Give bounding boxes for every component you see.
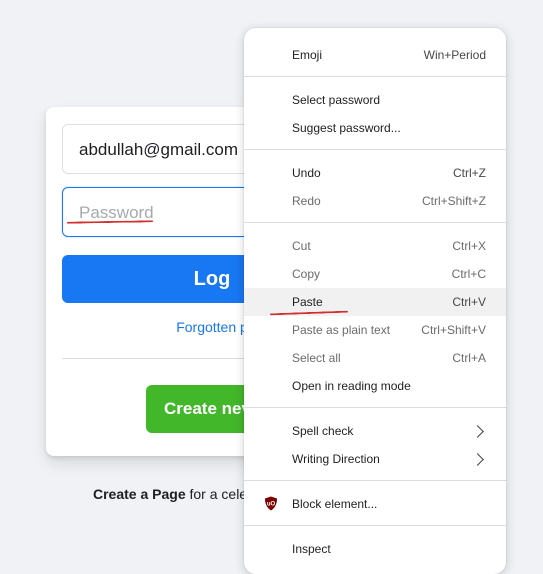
menu-item-label: Block element... [292,497,378,511]
menu-item-shortcut: Ctrl+Shift+Z [421,194,486,208]
chevron-right-icon [471,452,484,466]
menu-item-shortcut: Ctrl+Shift+V [421,323,486,337]
menu-separator [244,407,506,408]
menu-item-label: Paste as plain text [292,323,391,337]
menu-separator [244,480,506,481]
menu-item-copy[interactable]: Copy Ctrl+C [244,260,506,288]
menu-item-label: Cut [292,239,311,253]
menu-item-paste[interactable]: Paste Ctrl+V [244,288,506,316]
menu-item-label: Writing Direction [292,452,380,466]
menu-item-label: Copy [292,267,321,281]
menu-item-spell-check[interactable]: Spell check [244,417,506,445]
menu-separator [244,525,506,526]
menu-item-inspect[interactable]: Inspect [244,535,506,563]
svg-text:uO: uO [267,502,276,508]
menu-item-label: Select password [292,93,381,107]
menu-item-label: Open in reading mode [292,379,411,393]
menu-item-block-element[interactable]: Block element... [244,490,506,518]
menu-item-label: Emoji [292,48,323,62]
menu-item-redo[interactable]: Redo Ctrl+Shift+Z [244,187,506,215]
menu-item-suggest-password[interactable]: Suggest password... [244,114,506,142]
menu-item-shortcut: Ctrl+C [451,267,486,281]
menu-item-writing-direction[interactable]: Writing Direction [244,445,506,473]
menu-item-select-all[interactable]: Select all Ctrl+A [244,344,506,372]
menu-item-label: Undo [292,166,321,180]
menu-item-select-password[interactable]: Select password [244,86,506,114]
create-page-text: Create a Page for a cele [93,486,247,502]
menu-item-label: Redo [292,194,321,208]
menu-item-label: Select all [292,351,341,365]
create-page-link[interactable]: Create a Page [93,486,186,502]
menu-item-label: Paste [292,295,323,309]
menu-item-emoji[interactable]: Emoji Win+Period [244,41,506,69]
ublock-origin-icon: uO [265,496,277,511]
menu-item-paste-plain-text[interactable]: Paste as plain text Ctrl+Shift+V [244,316,506,344]
menu-separator [244,76,506,77]
menu-item-label: Suggest password... [292,121,401,135]
menu-item-label: Spell check [292,424,354,438]
create-page-rest: for a cele [185,486,248,502]
menu-item-cut[interactable]: Cut Ctrl+X [244,232,506,260]
menu-item-reading-mode[interactable]: Open in reading mode [244,372,506,400]
context-menu: Emoji Win+Period Select password Suggest… [244,28,506,574]
menu-item-undo[interactable]: Undo Ctrl+Z [244,159,506,187]
menu-item-shortcut: Win+Period [423,48,486,62]
chevron-right-icon [471,424,484,438]
menu-item-shortcut: Ctrl+V [452,295,486,309]
menu-item-label: Inspect [292,542,331,556]
menu-separator [244,149,506,150]
menu-item-shortcut: Ctrl+A [452,351,486,365]
menu-item-shortcut: Ctrl+X [452,239,486,253]
menu-separator [244,222,506,223]
menu-item-shortcut: Ctrl+Z [453,166,486,180]
